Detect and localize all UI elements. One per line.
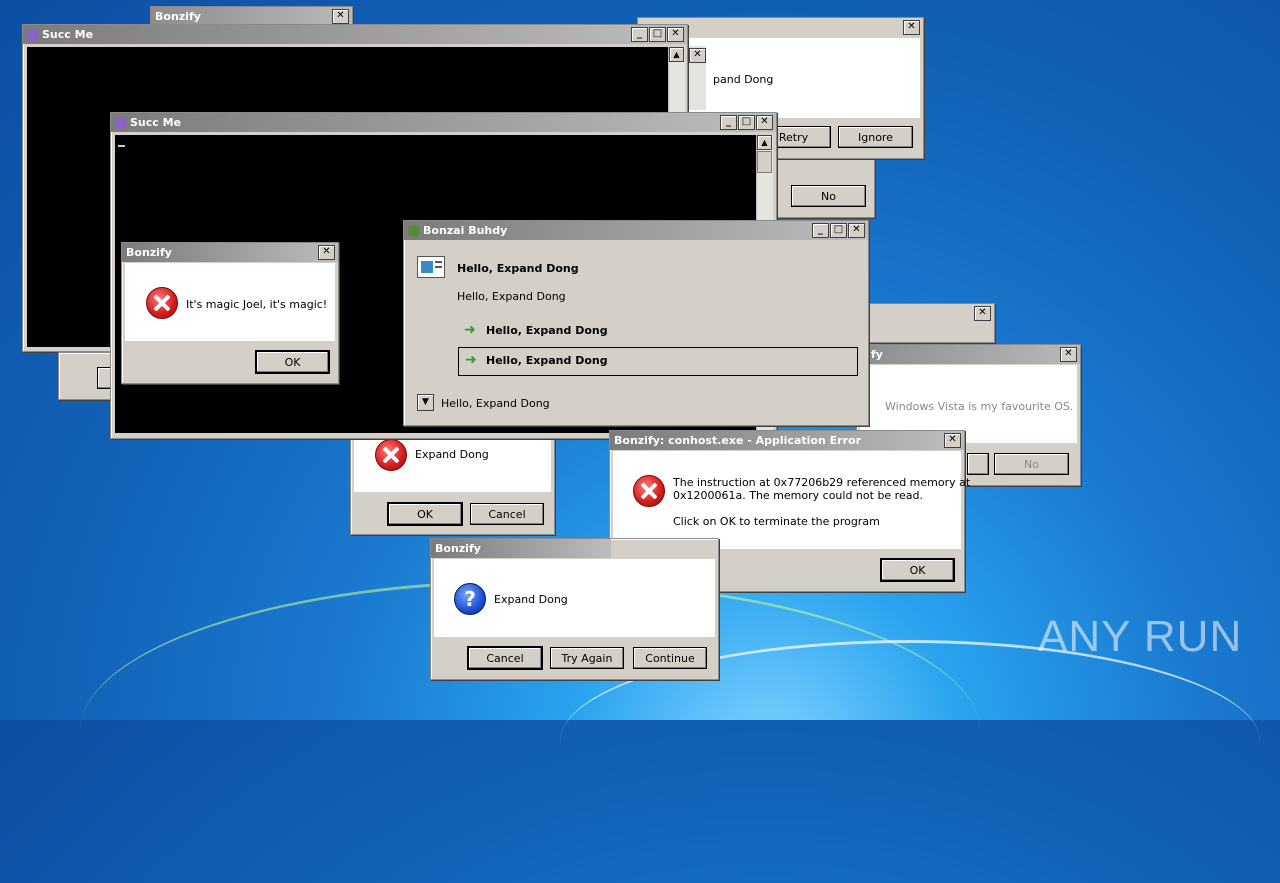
window-title: Bonzify xyxy=(435,542,481,555)
title-bar: Bonzify xyxy=(431,539,611,558)
maximize-icon[interactable]: □ xyxy=(649,27,666,42)
ok-button[interactable]: OK xyxy=(255,350,330,374)
close-icon[interactable]: ✕ xyxy=(756,115,773,130)
error-icon xyxy=(633,475,665,507)
no-button[interactable]: No xyxy=(994,453,1069,475)
error-line-3: Click on OK to terminate the program xyxy=(673,515,880,528)
chevron-down-icon: ▼ xyxy=(422,397,429,407)
maximize-icon[interactable]: □ xyxy=(738,115,755,130)
ignore-button[interactable]: Ignore xyxy=(838,126,913,148)
no-button[interactable]: No xyxy=(791,185,866,207)
dialog-message: It's magic Joel, it's magic! xyxy=(186,298,328,311)
error-icon xyxy=(146,287,178,319)
scroll-up-icon[interactable]: ▲ xyxy=(757,135,772,150)
scroll-thumb[interactable] xyxy=(757,151,772,173)
question-icon: ? xyxy=(454,583,486,615)
task-heading: Hello, Expand Dong xyxy=(457,262,579,275)
command-link-label: Hello, Expand Dong xyxy=(486,324,608,337)
window-title: Bonzify: conhost.exe - Application Error xyxy=(614,434,861,447)
bonzi-icon xyxy=(408,225,420,237)
close-icon[interactable]: ✕ xyxy=(332,9,349,24)
green-arrow-icon: ➜ xyxy=(464,322,476,338)
window-title: Bonzify xyxy=(126,246,172,259)
close-icon[interactable]: ✕ xyxy=(944,433,961,448)
title-bar: Bonzify: conhost.exe - Application Error… xyxy=(610,431,964,450)
title-bar: Succ Me _ □ ✕ xyxy=(111,113,776,132)
minimize-icon[interactable]: _ xyxy=(812,223,829,238)
command-link-1[interactable]: ➜ Hello, Expand Dong xyxy=(460,319,858,343)
window-title: Succ Me xyxy=(130,116,182,129)
error-icon xyxy=(375,439,407,471)
app-window-icon xyxy=(417,256,445,278)
dialog-message: Windows Vista is my favourite OS. xyxy=(885,400,1074,413)
scroll-up-icon[interactable]: ▲ xyxy=(669,47,684,62)
magic-dialog-window: Bonzify ✕ It's magic Joel, it's magic! O… xyxy=(121,242,339,384)
title-bar: Bonzify ✕ xyxy=(122,243,338,262)
close-icon[interactable]: ✕ xyxy=(848,223,865,238)
cancel-button[interactable]: Cancel xyxy=(470,503,544,525)
window-title: Bonzai Buhdy xyxy=(423,224,508,237)
error-line-2: 0x1200061a. The memory could not be read… xyxy=(673,489,923,502)
close-icon[interactable]: ✕ xyxy=(974,306,991,321)
continue-button[interactable]: Continue xyxy=(633,647,707,669)
title-bar: ✕ xyxy=(861,304,994,323)
expander-button[interactable]: ▼ xyxy=(417,394,434,411)
ok-button[interactable]: OK xyxy=(880,558,955,582)
task-content: Hello, Expand Dong xyxy=(457,290,566,303)
anyrun-watermark: ANY RUN xyxy=(1038,612,1242,662)
title-bar: fy ✕ xyxy=(857,345,1080,364)
command-link-label: Hello, Expand Dong xyxy=(486,354,608,367)
close-icon[interactable]: ✕ xyxy=(903,20,920,35)
dialog-message: pand Dong xyxy=(713,73,774,86)
window-title: fy xyxy=(871,348,883,361)
disabled-button[interactable] xyxy=(967,453,989,475)
try-again-button[interactable]: Try Again xyxy=(550,647,624,669)
expander-label: Hello, Expand Dong xyxy=(441,397,550,410)
hidden-dialog-fragment xyxy=(58,352,118,400)
green-arrow-icon: ➜ xyxy=(465,352,477,368)
window-title: Succ Me xyxy=(42,28,94,41)
cancel-button[interactable]: Cancel xyxy=(467,646,543,670)
close-icon[interactable]: ✕ xyxy=(1060,347,1077,362)
command-link-2[interactable]: ➜ Hello, Expand Dong xyxy=(458,347,858,376)
question-dialog-window: Bonzify ? Expand Dong Cancel Try Again C… xyxy=(430,538,719,680)
error-line-1: The instruction at 0x77206b29 referenced… xyxy=(673,476,971,489)
vista-dialog-window-back: ✕ xyxy=(860,303,995,343)
close-icon[interactable]: ✕ xyxy=(667,27,684,42)
bonzi-icon xyxy=(27,29,39,41)
close-icon[interactable]: ✕ xyxy=(318,245,335,260)
cursor xyxy=(118,145,125,147)
close-icon[interactable]: ✕ xyxy=(689,48,706,63)
maximize-icon[interactable]: □ xyxy=(830,223,847,238)
title-bar: Succ Me _ □ ✕ xyxy=(23,25,687,44)
minimize-icon[interactable]: _ xyxy=(631,27,648,42)
window-title: Bonzify xyxy=(155,10,201,23)
expand-dong-error-window: Expand Dong OK Cancel xyxy=(350,425,555,535)
title-bar: Bonzai Buhdy _ □ ✕ xyxy=(404,221,868,240)
dialog-message: Expand Dong xyxy=(494,593,568,606)
watermark-text: ANY RUN xyxy=(1038,612,1243,661)
dialog-message: Expand Dong xyxy=(415,448,489,461)
bonzi-icon xyxy=(115,117,127,129)
ok-button[interactable]: OK xyxy=(387,502,463,526)
minimize-icon[interactable]: _ xyxy=(720,115,737,130)
bonzai-buhdy-window: Bonzai Buhdy _ □ ✕ Hello, Expand Dong Hell… xyxy=(403,220,869,426)
